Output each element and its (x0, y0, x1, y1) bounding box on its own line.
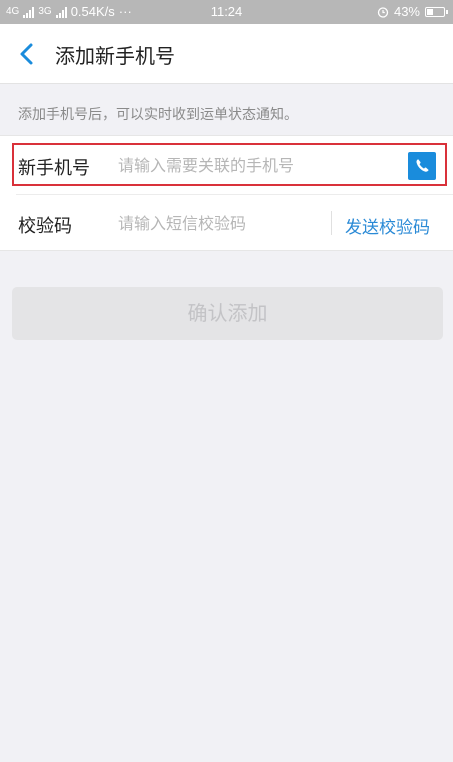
send-code-button[interactable]: 发送校验码 (345, 213, 430, 238)
code-label: 校验码 (18, 216, 72, 237)
phone-row: 新手机号 (0, 136, 453, 194)
back-arrow-icon[interactable] (14, 40, 42, 68)
alarm-icon (377, 6, 389, 18)
code-row: 校验码 发送校验码 (0, 194, 453, 252)
phone-label: 新手机号 (18, 158, 90, 179)
navigation-bar: 添加新手机号 (0, 24, 453, 84)
page-title: 添加新手机号 (55, 44, 175, 68)
code-input[interactable] (118, 208, 318, 238)
send-code-divider (331, 211, 332, 235)
contacts-button[interactable] (408, 152, 436, 180)
battery-fill (427, 8, 433, 15)
hint-text: 添加手机号后，可以实时收到运单状态通知。 (18, 107, 298, 123)
status-right: 43% (377, 4, 448, 19)
status-bar: 4G 3G 0.54K/s ··· 11:24 43% (0, 0, 453, 24)
form-card: 新手机号 校验码 发送校验码 (0, 135, 453, 251)
battery-percent: 43% (393, 4, 420, 19)
phone-input[interactable] (118, 150, 398, 180)
phone-contact-icon (416, 159, 429, 172)
confirm-add-button[interactable]: 确认添加 (12, 287, 443, 340)
battery-icon (425, 6, 448, 17)
